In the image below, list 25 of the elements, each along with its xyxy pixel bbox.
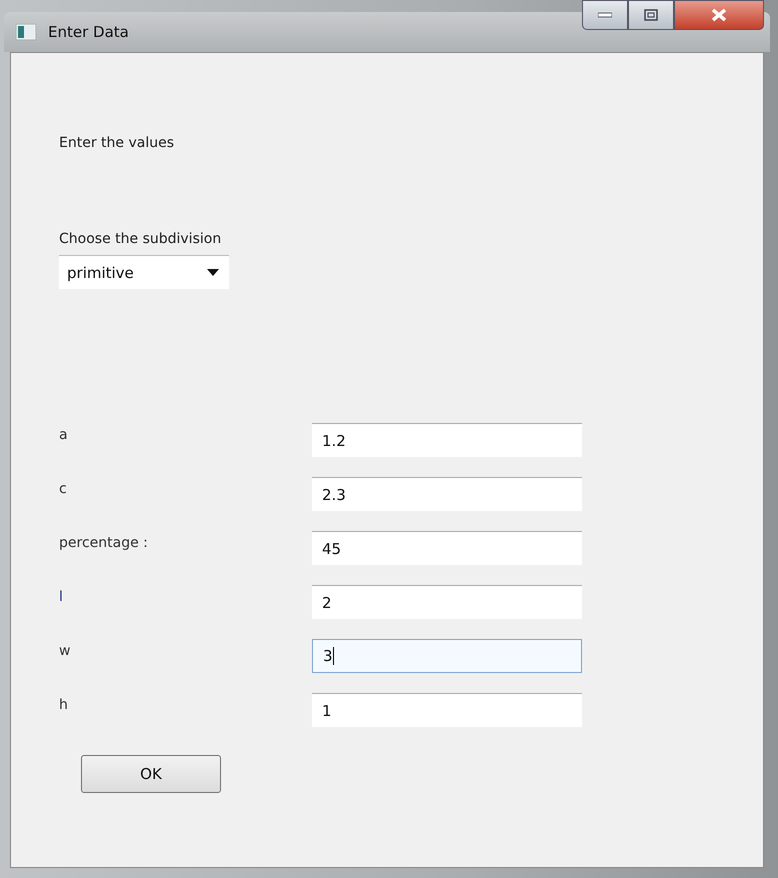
maximize-icon: [644, 9, 658, 21]
subdivision-label: Choose the subdivision: [59, 231, 222, 247]
minimize-icon: [598, 12, 612, 18]
subdivision-dropdown[interactable]: primitive: [59, 255, 229, 289]
window-icon: [16, 24, 36, 40]
field-label: l: [59, 589, 64, 605]
input-field[interactable]: 1: [312, 693, 582, 727]
field-label: w: [59, 643, 72, 659]
window-title: Enter Data: [48, 23, 129, 41]
field-label: percentage :: [59, 535, 149, 551]
input-field[interactable]: 3: [312, 639, 582, 673]
maximize-button[interactable]: [628, 0, 674, 30]
input-field[interactable]: 45: [312, 531, 582, 565]
field-label: c: [59, 481, 68, 497]
minimize-button[interactable]: [582, 0, 628, 30]
input-field[interactable]: 1.2: [312, 423, 582, 457]
close-icon: [711, 8, 727, 22]
input-field[interactable]: 2: [312, 585, 582, 619]
instruction-text: Enter the values: [59, 135, 175, 151]
field-label: a: [59, 427, 69, 443]
input-field[interactable]: 2.3: [312, 477, 582, 511]
close-button[interactable]: [674, 0, 764, 30]
ok-button[interactable]: OK: [81, 755, 221, 793]
caret-icon: [207, 269, 219, 276]
field-label: h: [59, 697, 69, 713]
